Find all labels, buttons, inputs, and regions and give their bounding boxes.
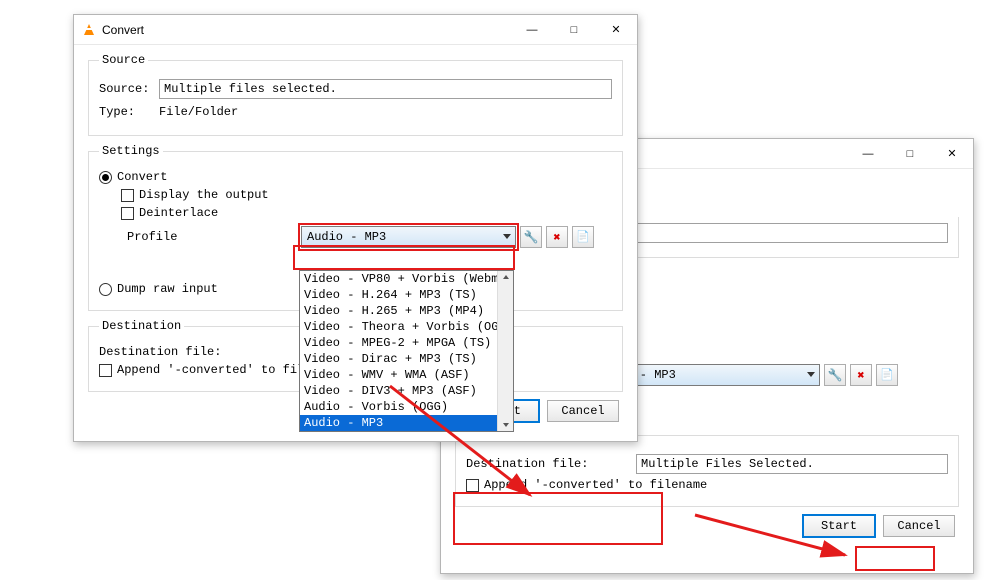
minimize-button[interactable]: ― bbox=[847, 140, 889, 168]
window-title: Convert bbox=[102, 23, 144, 37]
profile-option[interactable]: Video - WMV + WMA (ASF) bbox=[300, 367, 513, 383]
vlc-icon bbox=[82, 23, 96, 37]
destination-file-label: Destination file: bbox=[466, 457, 636, 471]
profile-option[interactable]: Video - H.264 + MP3 (TS) bbox=[300, 287, 513, 303]
type-label: Type: bbox=[99, 105, 159, 119]
titlebar: Convert ― □ ✕ bbox=[74, 15, 637, 45]
display-output-label: Display the output bbox=[139, 188, 269, 202]
convert-radio[interactable] bbox=[99, 171, 112, 184]
dump-raw-radio[interactable] bbox=[99, 283, 112, 296]
append-checkbox[interactable] bbox=[99, 364, 112, 377]
source-label: Source: bbox=[99, 82, 159, 96]
deinterlace-checkbox[interactable] bbox=[121, 207, 134, 220]
wrench-icon: 🔧 bbox=[828, 368, 843, 383]
append-label: Append '-converted' to filename bbox=[484, 478, 707, 492]
profile-label: Profile bbox=[121, 230, 211, 244]
textbox-partial[interactable] bbox=[615, 223, 948, 243]
profile-option[interactable]: Audio - MP3 bbox=[300, 415, 513, 431]
display-output-checkbox[interactable] bbox=[121, 189, 134, 202]
scrollbar[interactable] bbox=[497, 271, 513, 431]
type-value: File/Folder bbox=[159, 103, 238, 121]
close-button[interactable]: ✕ bbox=[595, 16, 637, 44]
minimize-button[interactable]: ― bbox=[511, 16, 553, 44]
wrench-button[interactable]: 🔧 bbox=[824, 364, 846, 386]
new-doc-icon: 📄 bbox=[576, 230, 590, 244]
profile-option[interactable]: Video - DIV3 + MP3 (ASF) bbox=[300, 383, 513, 399]
destination-legend: Destination bbox=[99, 319, 184, 333]
x-red-icon: ✖ bbox=[553, 230, 560, 245]
chevron-down-icon bbox=[503, 234, 511, 239]
source-fieldset: Source Source: Type: File/Folder bbox=[88, 53, 623, 136]
start-button[interactable]: Start bbox=[803, 515, 875, 537]
delete-profile-button[interactable]: ✖ bbox=[850, 364, 872, 386]
delete-profile-button[interactable]: ✖ bbox=[546, 226, 568, 248]
profile-option[interactable]: Video - H.265 + MP3 (MP4) bbox=[300, 303, 513, 319]
cancel-button[interactable]: Cancel bbox=[547, 400, 619, 422]
maximize-button[interactable]: □ bbox=[553, 16, 595, 44]
close-button[interactable]: ✕ bbox=[931, 140, 973, 168]
convert-window-main: Convert ― □ ✕ Source Source: Type: File/… bbox=[73, 14, 638, 442]
profile-value: Audio - MP3 bbox=[307, 230, 386, 244]
profile-option[interactable]: Video - MPEG-2 + MPGA (TS) bbox=[300, 335, 513, 351]
append-checkbox[interactable] bbox=[466, 479, 479, 492]
destination-file-label: Destination file: bbox=[99, 345, 229, 359]
new-doc-icon: 📄 bbox=[880, 368, 894, 382]
new-profile-button[interactable]: 📄 bbox=[876, 364, 898, 386]
chevron-down-icon bbox=[807, 372, 815, 377]
convert-radio-label: Convert bbox=[117, 170, 167, 184]
profile-combobox[interactable]: Audio - MP3 bbox=[301, 226, 516, 248]
profile-option[interactable]: Audio - Vorbis (OGG) bbox=[300, 399, 513, 415]
source-input[interactable] bbox=[159, 79, 612, 99]
profile-option[interactable]: Video - VP80 + Vorbis (Webm) bbox=[300, 271, 513, 287]
cancel-button[interactable]: Cancel bbox=[883, 515, 955, 537]
wrench-icon: 🔧 bbox=[524, 230, 539, 245]
profile-option[interactable]: Video - Theora + Vorbis (OGG) bbox=[300, 319, 513, 335]
profile-option[interactable]: Video - Dirac + MP3 (TS) bbox=[300, 351, 513, 367]
dump-raw-label: Dump raw input bbox=[117, 282, 218, 296]
profile-dropdown-list[interactable]: Video - VP80 + Vorbis (Webm)Video - H.26… bbox=[299, 270, 514, 432]
wrench-button[interactable]: 🔧 bbox=[520, 226, 542, 248]
new-profile-button[interactable]: 📄 bbox=[572, 226, 594, 248]
destination-file-input[interactable] bbox=[636, 454, 948, 474]
settings-legend: Settings bbox=[99, 144, 163, 158]
maximize-button[interactable]: □ bbox=[889, 140, 931, 168]
x-red-icon: ✖ bbox=[857, 368, 864, 383]
source-legend: Source bbox=[99, 53, 148, 67]
deinterlace-label: Deinterlace bbox=[139, 206, 218, 220]
